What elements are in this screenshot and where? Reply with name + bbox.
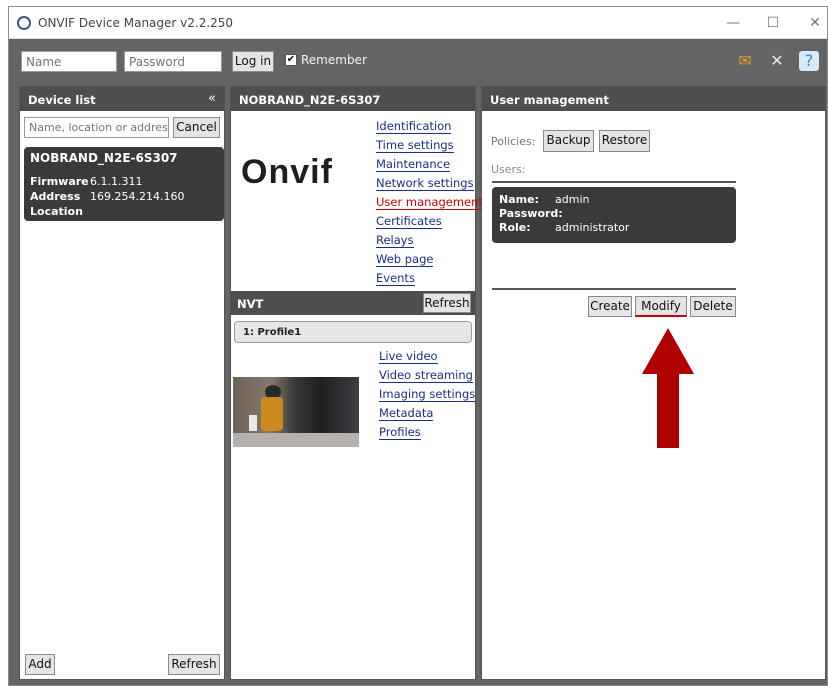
address-label: Address	[30, 190, 81, 203]
remember-checkbox[interactable]: ✔	[285, 54, 297, 66]
help-icon[interactable]: ?	[799, 51, 819, 71]
link-maintenance[interactable]: Maintenance	[376, 157, 451, 172]
device-list-panel: Device list « Cancel NOBRAND_N2E-6S307 F…	[19, 86, 225, 680]
name-input[interactable]	[21, 51, 117, 72]
link-certificates[interactable]: Certificates	[376, 214, 442, 229]
maximize-button[interactable]: ☐	[763, 13, 783, 33]
add-device-button[interactable]: Add	[25, 654, 55, 675]
app-window: ONVIF Device Manager v2.2.250 — ☐ ✕ Log …	[8, 6, 828, 686]
login-button[interactable]: Log in	[232, 51, 274, 72]
device-panel-header: NOBRAND_N2E-6S307	[231, 87, 475, 111]
restore-button[interactable]: Restore	[599, 130, 650, 152]
remember-label: Remember	[301, 53, 367, 67]
minimize-button[interactable]: —	[723, 13, 743, 33]
link-live-video[interactable]: Live video	[379, 349, 438, 364]
video-thumbnail[interactable]	[233, 377, 359, 447]
users-bottom-divider	[492, 288, 736, 290]
profile-selector[interactable]: 1: Profile1	[234, 321, 472, 343]
onvif-app-icon	[17, 16, 31, 30]
user-management-panel: User management Policies: Backup Restore…	[481, 86, 826, 680]
link-events[interactable]: Events	[376, 271, 415, 286]
firmware-label: Firmware	[30, 175, 89, 188]
tools-icon[interactable]: ✕	[767, 51, 787, 71]
user-card[interactable]: Name: admin Password: Role: administrator	[492, 187, 736, 243]
profile-links: Live video Video streaming Imaging setti…	[379, 349, 476, 444]
link-video-streaming[interactable]: Video streaming	[379, 368, 473, 383]
backup-button[interactable]: Backup	[543, 130, 594, 152]
create-user-button[interactable]: Create	[588, 296, 632, 317]
address-value: 169.254.214.160	[90, 190, 185, 203]
red-arrow-shaft	[657, 373, 679, 448]
password-input[interactable]	[124, 51, 222, 72]
link-relays[interactable]: Relays	[376, 233, 414, 248]
onvif-logo: Onvif	[241, 153, 333, 191]
close-button[interactable]: ✕	[805, 13, 825, 33]
device-list-title: Device list	[28, 93, 96, 107]
users-top-divider	[492, 181, 736, 183]
link-user-management[interactable]: User management	[376, 195, 483, 210]
device-name: NOBRAND_N2E-6S307	[30, 151, 178, 165]
link-imaging-settings[interactable]: Imaging settings	[379, 387, 476, 402]
link-identification[interactable]: Identification	[376, 119, 452, 134]
users-label: Users:	[491, 163, 526, 176]
device-search-input[interactable]	[24, 117, 169, 138]
modify-user-button[interactable]: Modify	[635, 296, 687, 317]
red-arrow-head	[642, 328, 694, 374]
device-list-header: Device list «	[20, 87, 224, 111]
user-name-value: admin	[555, 193, 590, 206]
user-role-label: Role:	[499, 221, 531, 234]
cancel-button[interactable]: Cancel	[173, 117, 220, 138]
device-links: Identification Time settings Maintenance…	[376, 119, 483, 290]
window-title: ONVIF Device Manager v2.2.250	[38, 16, 234, 30]
device-panel: NOBRAND_N2E-6S307 Onvif Identification T…	[230, 86, 483, 680]
firmware-value: 6.1.1.311	[90, 175, 143, 188]
link-profiles[interactable]: Profiles	[379, 425, 421, 440]
sync-icon[interactable]: ✉	[735, 51, 755, 71]
link-web-page[interactable]: Web page	[376, 252, 434, 267]
link-time-settings[interactable]: Time settings	[376, 138, 454, 153]
link-network-settings[interactable]: Network settings	[376, 176, 474, 191]
device-card[interactable]: NOBRAND_N2E-6S307 Firmware6.1.1.311 Addr…	[24, 147, 224, 221]
location-label: Location	[30, 205, 83, 218]
user-password-label: Password:	[499, 207, 563, 220]
login-bar: Log in ✔ Remember ✉ ✕ ?	[9, 39, 827, 79]
user-role-value: administrator	[555, 221, 630, 234]
delete-user-button[interactable]: Delete	[690, 296, 736, 317]
link-metadata[interactable]: Metadata	[379, 406, 434, 421]
user-name-label: Name:	[499, 193, 539, 206]
nvt-refresh-button[interactable]: Refresh	[423, 293, 471, 313]
policies-label: Policies:	[491, 135, 536, 148]
nvt-title: NVT	[237, 297, 264, 311]
collapse-icon[interactable]: «	[208, 91, 216, 106]
user-management-header: User management	[482, 87, 825, 111]
title-bar: ONVIF Device Manager v2.2.250 — ☐ ✕	[9, 7, 827, 39]
refresh-devices-button[interactable]: Refresh	[168, 654, 220, 675]
